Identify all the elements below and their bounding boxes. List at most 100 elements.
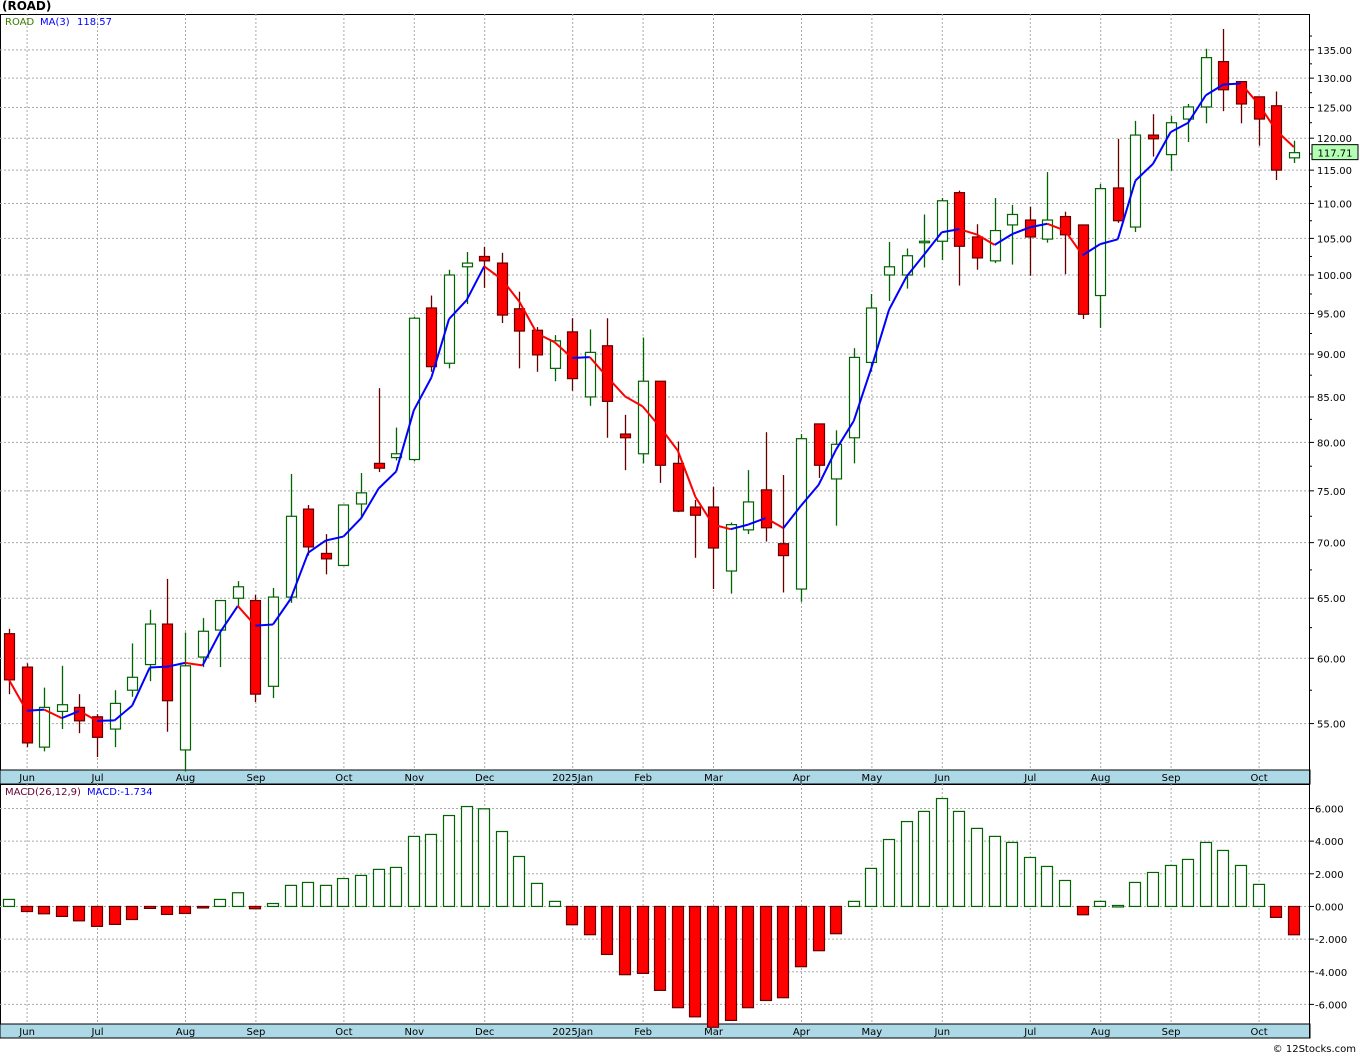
macd-bar — [160, 905, 174, 916]
macd-bar — [829, 905, 843, 935]
candle-body — [1041, 219, 1054, 240]
macd-bar — [1076, 905, 1090, 916]
macd-bar — [952, 810, 966, 908]
macd-bar — [213, 898, 227, 908]
macd-bar — [1146, 871, 1160, 908]
candle-body — [267, 596, 280, 687]
macd-bar — [1058, 879, 1072, 908]
month-label: Dec — [475, 1027, 494, 1038]
macd-bar — [1111, 904, 1125, 908]
macd-bar — [600, 905, 614, 956]
candle-body — [3, 633, 16, 681]
macd-bar — [988, 835, 1002, 908]
macd-bar — [759, 905, 773, 1002]
month-label: Jun — [18, 773, 35, 784]
ma-line-segment — [26, 708, 45, 712]
month-label: 2025Jan — [552, 1027, 593, 1038]
month-label: Dec — [475, 773, 494, 784]
macd-bar — [1005, 841, 1019, 908]
macd-bar — [178, 905, 192, 915]
macd-bar — [108, 905, 122, 926]
macd-bar — [1128, 881, 1142, 908]
macd-bar — [2, 898, 16, 908]
ma-line-segment — [572, 356, 590, 359]
candle-body — [1288, 152, 1301, 159]
macd-bar — [1216, 849, 1230, 908]
candle-body — [971, 236, 984, 259]
candle-body — [197, 630, 210, 658]
price-tick-label: 75.00 — [1317, 487, 1346, 498]
macd-tick-label: -6.000 — [1315, 1000, 1347, 1011]
legend-ma-label: MA(3) — [40, 17, 70, 28]
macd-tick-label: -2.000 — [1315, 935, 1347, 946]
macd-tick-label: -4.000 — [1315, 968, 1347, 979]
month-label: Jun — [933, 1027, 950, 1038]
legend-symbol: ROAD — [5, 17, 34, 28]
month-label: Nov — [405, 1027, 425, 1038]
macd-bar — [1093, 900, 1107, 908]
candle-body — [478, 255, 491, 262]
candle-body — [1270, 105, 1283, 171]
macd-bar — [72, 905, 86, 922]
macd-bar — [706, 905, 720, 1028]
candle-body — [777, 543, 790, 557]
candle-body — [232, 586, 245, 599]
month-label: Aug — [1091, 773, 1111, 784]
candle-body — [918, 240, 931, 244]
candle-body — [179, 665, 192, 751]
month-label: Jun — [933, 773, 950, 784]
macd-bar — [460, 805, 474, 908]
month-label: Sep — [246, 1027, 265, 1038]
macd-bar — [1269, 905, 1283, 918]
candle-body — [760, 489, 773, 529]
price-tick-label: 70.00 — [1317, 539, 1346, 550]
macd-tick-label: 6.000 — [1315, 804, 1344, 815]
macd-bar — [125, 905, 139, 921]
macd-bar — [548, 900, 562, 908]
month-label: Jul — [90, 773, 103, 784]
date-strip-bottom — [0, 1023, 1311, 1039]
month-label: Feb — [634, 1027, 652, 1038]
macd-bar — [407, 835, 421, 908]
macd-bar — [424, 833, 438, 908]
macd-bar — [319, 884, 333, 908]
macd-bar — [495, 830, 509, 908]
macd-bar — [354, 874, 368, 908]
macd-bar — [284, 884, 298, 908]
price-tick-label: 120.00 — [1317, 134, 1352, 145]
macd-bar — [301, 881, 315, 908]
macd-bar — [1199, 841, 1213, 908]
price-tick-label: 65.00 — [1317, 594, 1346, 605]
candle-body — [373, 462, 386, 469]
candle-body — [989, 229, 1002, 262]
candle-body — [707, 506, 720, 549]
month-label: Aug — [1091, 1027, 1111, 1038]
candle-body — [813, 423, 826, 466]
macd-bar — [1023, 856, 1037, 908]
date-strip-top — [0, 769, 1311, 785]
macd-bar — [671, 905, 685, 1009]
month-label: Nov — [405, 773, 425, 784]
candle-body — [725, 524, 738, 572]
macd-bar — [20, 905, 34, 913]
macd-bar — [389, 866, 403, 908]
macd-bar — [1181, 858, 1195, 908]
candle-body — [425, 307, 438, 368]
macd-bar — [512, 855, 526, 908]
price-tick-label: 55.00 — [1317, 720, 1346, 731]
candle-body — [408, 317, 421, 461]
candle-body — [1006, 213, 1019, 226]
candle-body — [795, 438, 808, 590]
last-price-value: 117.71 — [1318, 149, 1353, 160]
candle-body — [496, 262, 509, 316]
ma-line-segment — [255, 623, 274, 627]
macd-bar — [636, 905, 650, 974]
candle-body — [126, 676, 139, 691]
macd-bar — [1164, 864, 1178, 908]
macd-bar — [530, 882, 544, 908]
price-tick-label: 85.00 — [1317, 393, 1346, 404]
candle — [795, 434, 808, 602]
macd-bar — [336, 877, 350, 908]
month-label: Jun — [18, 1027, 35, 1038]
month-label: Feb — [634, 773, 652, 784]
